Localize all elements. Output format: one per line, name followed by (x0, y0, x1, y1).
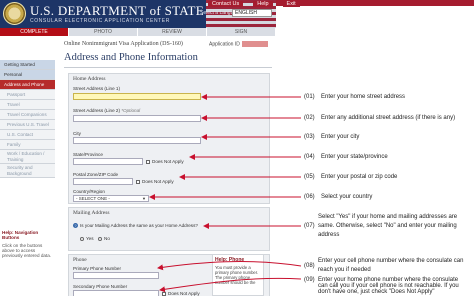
sidebar-item-family[interactable]: Family (0, 140, 55, 150)
annotation-09-number: (09) (304, 277, 315, 283)
annotation-04-text: Enter your state/province (321, 154, 388, 160)
city-input[interactable] (73, 137, 201, 144)
sidebar-item-address-phone[interactable]: Address and Phone (0, 80, 55, 90)
home-address-panel: Home Address Street Address (Line 1) Str… (68, 73, 270, 204)
annotation-01-number: (01) (304, 94, 315, 100)
mailing-same-question: Is your Mailing Address the same as your… (80, 223, 198, 228)
sidebar-item-passport[interactable]: Passport (0, 90, 55, 100)
mailing-address-heading: Mailing Address (73, 210, 110, 216)
question-icon: ? (73, 223, 78, 228)
main-form: Online Nonimmigrant Visa Application (DS… (64, 36, 272, 296)
country-select[interactable]: - SELECT ONE - ▼ (73, 195, 149, 202)
primary-phone-input[interactable] (73, 272, 159, 279)
annotation-06-number: (06) (304, 194, 315, 200)
primary-phone-label: Primary Phone Number (73, 266, 121, 271)
street1-input[interactable] (73, 93, 201, 100)
state-input[interactable] (73, 158, 143, 165)
navigation-help: Help: Navigation Buttons Click on the bu… (2, 230, 54, 258)
top-links: Contact Us Help Exit (208, 1, 300, 7)
phone-help-text: You must provide a primary phone number.… (215, 265, 259, 285)
phone-heading: Phone (73, 257, 87, 263)
annotation-02-text: Enter any additional street address (if … (321, 115, 456, 121)
tab-sign[interactable]: SIGN (207, 28, 276, 36)
chevron-down-icon: ▼ (142, 196, 146, 201)
navigation-help-text: Click on the buttons above to access pre… (2, 243, 52, 258)
department-title: U.S. DEPARTMENT of STATE (30, 3, 205, 18)
street2-label: Street Address (Line 2) *Optional (73, 108, 141, 113)
annotation-05-text: Enter your postal or zip code (321, 174, 398, 180)
annotation-08-number: (08) (304, 263, 315, 269)
country-label: Country/Region (73, 189, 105, 194)
heading-divider (64, 67, 272, 68)
annotation-07-line-1: Select "Yes" if your home and mailing ad… (318, 214, 458, 220)
street2-input[interactable] (73, 115, 201, 122)
sidebar-item-work-education[interactable]: Work / Education / Training (0, 150, 55, 164)
sidebar-item-travel-companions[interactable]: Travel Companions (0, 110, 55, 120)
annotation-06-text: Select your country (321, 194, 373, 200)
language-select[interactable]: ENGLISH (232, 9, 272, 17)
page-heading: Address and Phone Information (64, 52, 198, 63)
postal-input[interactable] (73, 178, 133, 185)
sidebar-item-travel[interactable]: Travel (0, 100, 55, 110)
mailing-no-radio[interactable] (98, 237, 102, 241)
postal-does-not-apply-label: Does Not Apply (142, 179, 174, 184)
postal-label: Postal Zone/ZIP Code (73, 172, 119, 177)
tab-complete[interactable]: COMPLETE (0, 28, 69, 36)
mailing-yes-radio[interactable] (80, 237, 84, 241)
annotation-03-number: (03) (304, 134, 315, 140)
application-id-redacted (241, 41, 268, 47)
annotation-08-line-2: reach you if needed (318, 267, 371, 273)
annotation-03-text: Enter your city (321, 134, 360, 140)
annotation-08-line-1: Enter your cell phone number where the c… (318, 258, 464, 264)
annotation-01-text: Enter your home street address (321, 94, 406, 100)
annotation-05-number: (05) (304, 174, 315, 180)
annotation-09-line-3: don't have one, just check "Does Not App… (318, 289, 435, 295)
annotation-07-line-2: same. Otherwise, select "No" and enter y… (318, 223, 457, 229)
state-label: State/Province (73, 152, 103, 157)
annotation-07-line-3: address (318, 232, 340, 238)
navigation-help-title: Help: Navigation Buttons (2, 230, 39, 240)
state-does-not-apply-checkbox[interactable] (146, 160, 150, 164)
mailing-no-label: No (104, 236, 110, 241)
sidebar-item-getting-started[interactable]: Getting Started (0, 60, 55, 70)
sidebar-nav: Getting Started Personal Address and Pho… (0, 60, 55, 178)
secondary-phone-does-not-apply-label: Does Not Apply (168, 291, 200, 296)
annotation-07-number: (07) (304, 223, 315, 229)
state-does-not-apply-label: Does Not Apply (152, 159, 184, 164)
ceac-subtitle: CONSULAR ELECTRONIC APPLICATION CENTER (30, 18, 170, 24)
annotation-04-number: (04) (304, 154, 315, 160)
sidebar-item-security[interactable]: Security and Background (0, 164, 55, 178)
tab-review[interactable]: REVIEW (138, 28, 207, 36)
annotation-02-number: (02) (304, 115, 315, 121)
help-link[interactable]: Help (253, 1, 273, 7)
application-id: Application ID (209, 41, 268, 47)
state-department-seal-icon (3, 2, 26, 25)
progress-tabs: COMPLETE PHOTO REVIEW SIGN (0, 28, 276, 36)
form-title: Online Nonimmigrant Visa Application (DS… (64, 41, 183, 47)
mailing-address-panel: Mailing Address ? Is your Mailing Addres… (68, 207, 270, 251)
secondary-phone-label: Secondary Phone Number (73, 284, 128, 289)
phone-help-title: Help: Phone (215, 257, 245, 263)
top-red-band (276, 0, 474, 6)
postal-does-not-apply-checkbox[interactable] (136, 180, 140, 184)
phone-help-box: Help: Phone You must provide a primary p… (212, 254, 264, 296)
sidebar-item-personal[interactable]: Personal (0, 70, 55, 80)
tab-photo[interactable]: PHOTO (69, 28, 138, 36)
home-address-heading: Home Address (73, 76, 106, 82)
secondary-phone-input[interactable] (73, 290, 159, 296)
application-id-label: Application ID (209, 41, 240, 48)
sidebar-item-us-contact[interactable]: U.S. Contact (0, 130, 55, 140)
sidebar-item-previous-travel[interactable]: Previous U.S. Travel (0, 120, 55, 130)
contact-us-link[interactable]: Contact Us (208, 1, 244, 7)
city-label: City (73, 131, 81, 136)
exit-link[interactable]: Exit (282, 1, 300, 7)
mailing-yes-label: Yes (86, 236, 94, 241)
secondary-phone-does-not-apply-checkbox[interactable] (162, 292, 166, 296)
street1-label: Street Address (Line 1) (73, 86, 120, 91)
